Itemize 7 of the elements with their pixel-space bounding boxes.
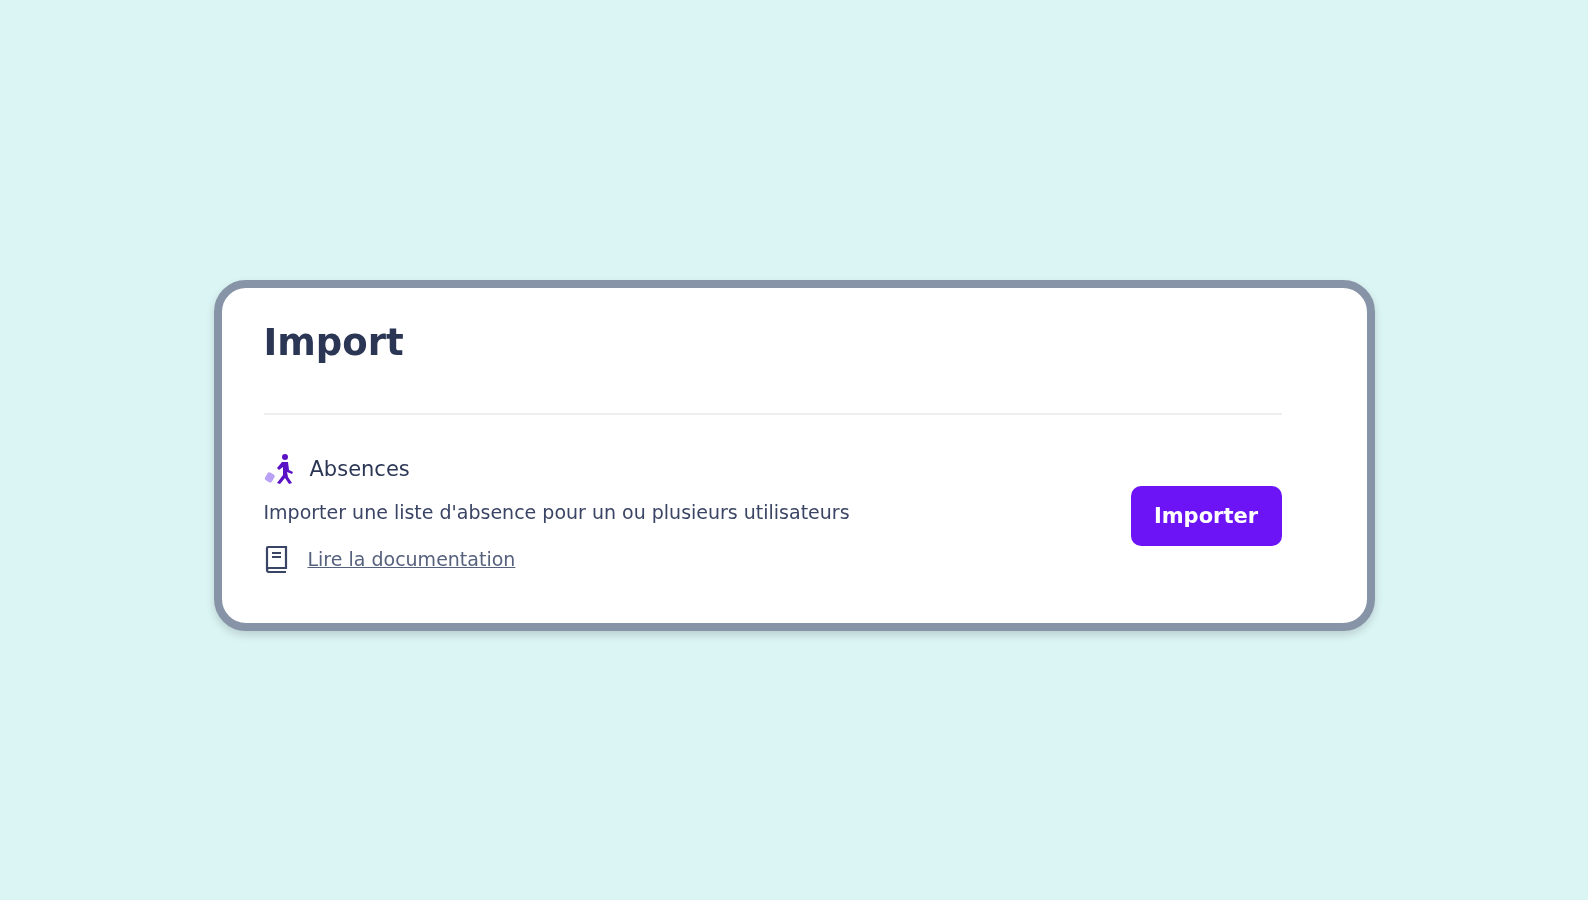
import-button[interactable]: Importer [1130, 486, 1282, 546]
section-description: Importer une liste d'absence pour un ou plusieurs utilisateurs [263, 501, 850, 523]
page-title: Import [263, 320, 405, 366]
documentation-link[interactable]: Lire la documentation [307, 548, 516, 570]
section-title: Absences [309, 457, 410, 481]
person-with-suitcase-icon [263, 453, 296, 485]
book-icon [263, 545, 290, 573]
